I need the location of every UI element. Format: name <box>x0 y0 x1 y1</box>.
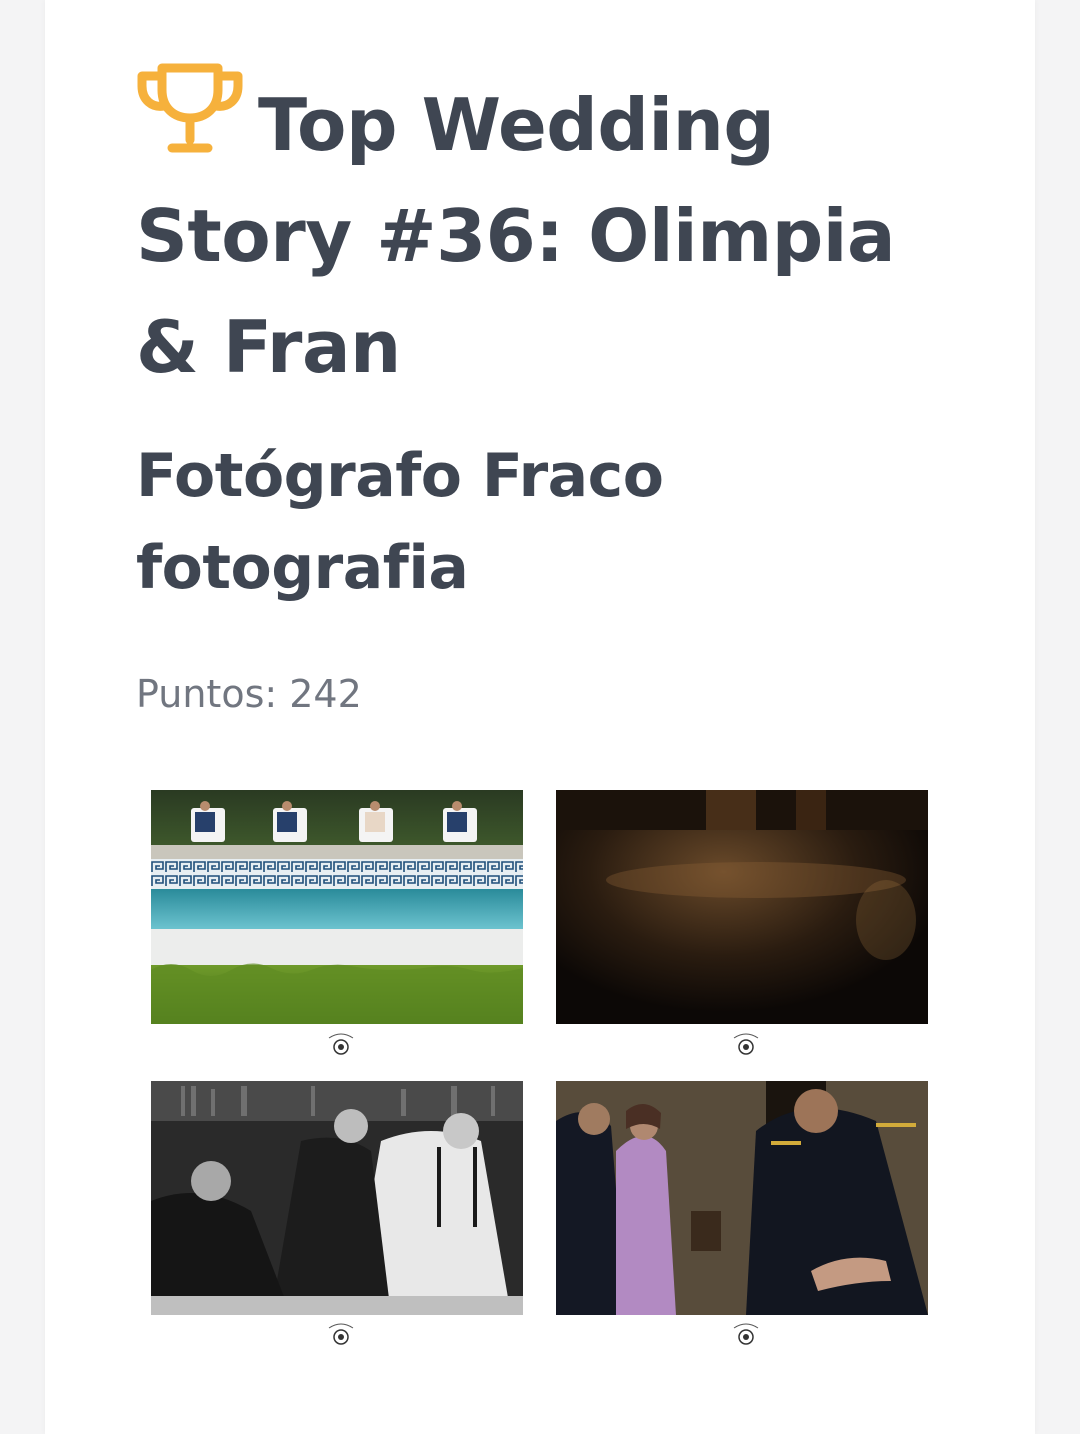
photographer-name[interactable]: Fotógrafo Fraco fotografia <box>136 430 936 614</box>
gallery-photo[interactable] <box>151 1081 523 1315</box>
watermark-seal-icon <box>324 1030 358 1056</box>
story-card: Top Wedding Story #36: Olimpia & Fran Fo… <box>45 0 1035 1434</box>
story-title[interactable]: Top Wedding Story #36: Olimpia & Fran <box>136 60 936 403</box>
points-count: Puntos: 242 <box>136 672 362 716</box>
trophy-icon <box>136 60 244 156</box>
gallery-photo[interactable] <box>151 790 523 1024</box>
gallery-photo[interactable] <box>556 790 928 1024</box>
watermark-seal-icon <box>729 1320 763 1346</box>
watermark-seal-icon <box>729 1030 763 1056</box>
gallery-photo[interactable] <box>556 1081 928 1315</box>
story-title-text: Top Wedding Story #36: Olimpia & Fran <box>136 83 896 389</box>
watermark-seal-icon <box>324 1320 358 1346</box>
